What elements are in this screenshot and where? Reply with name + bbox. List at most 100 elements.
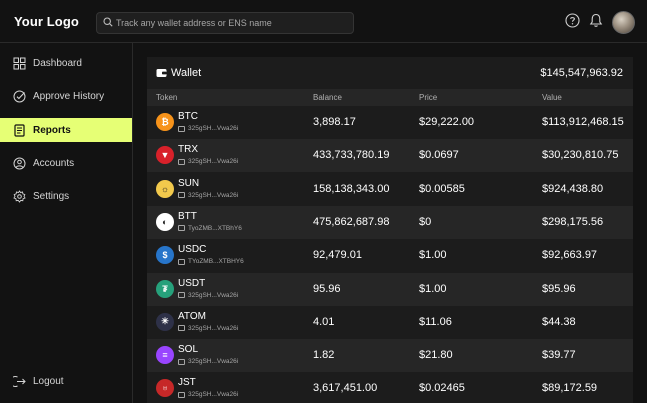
- top-bar: Your Logo: [0, 0, 647, 43]
- btc-coin-icon: ₿: [156, 113, 174, 131]
- wallet-icon: [178, 225, 185, 232]
- sidebar-item-reports[interactable]: Reports: [0, 118, 132, 142]
- token-balance: 1.82: [313, 349, 335, 362]
- wallet-header: Wallet $145,547,963.92: [147, 57, 633, 89]
- column-header-balance: Balance: [313, 93, 342, 102]
- wallet-icon: [178, 158, 185, 165]
- token-address: TYoZMB...XTBHY6: [178, 258, 244, 265]
- sidebar-item-label: Accounts: [33, 157, 75, 169]
- token-price: $29,222.00: [419, 116, 475, 128]
- sol-coin-icon: ≡: [156, 346, 174, 365]
- sidebar-item-settings[interactable]: Settings: [0, 184, 132, 208]
- token-symbol: JST: [178, 377, 196, 389]
- table-row[interactable]: ▼ TRX 325gSH...Vwa26i 433,733,780.19 $0.0697…: [147, 139, 633, 173]
- wallet-icon: [178, 325, 185, 332]
- token-address: 325gSH...Vwa26i: [178, 358, 238, 365]
- token-symbol: ATOM: [178, 310, 206, 322]
- token-value: $298,175.56: [542, 215, 604, 228]
- search-input[interactable]: [116, 13, 346, 33]
- token-price: $1.00: [419, 282, 447, 295]
- token-address: 325gSH...Vwa26i: [178, 325, 238, 332]
- user-icon: [13, 157, 26, 169]
- token-address: 325gSH...Vwa26i: [178, 292, 238, 299]
- table-row[interactable]: $ USDC TYoZMB...XTBHY6 92,479.01 $1.00 $92,66…: [147, 239, 633, 272]
- gear-icon: [13, 189, 26, 203]
- token-symbol: SUN: [178, 177, 200, 189]
- token-balance: 3,898.17: [313, 116, 356, 128]
- search-icon: [103, 17, 113, 27]
- wallet-title-label: Wallet: [171, 67, 202, 79]
- token-address: 325gSH...Vwa26i: [178, 125, 238, 132]
- token-value: $95.96: [542, 282, 576, 295]
- logout-button[interactable]: Logout: [13, 375, 64, 388]
- sidebar-item-label: Dashboard: [33, 57, 82, 69]
- usdc-coin-icon: $: [156, 246, 174, 265]
- wallet-icon: [156, 69, 167, 77]
- token-balance: 433,733,780.19: [313, 149, 390, 162]
- token-address: 325gSH...Vwa26i: [178, 391, 238, 398]
- wallet-icon: [178, 192, 185, 199]
- address-text: 325gSH...Vwa26i: [188, 125, 239, 132]
- sidebar-item-accounts[interactable]: Accounts: [0, 151, 132, 175]
- token-value: $113,912,468.15: [542, 116, 624, 128]
- address-text: TyoZMB...XTBhY6: [188, 224, 242, 232]
- token-price: $0.02465: [419, 382, 465, 395]
- wallet-icon: [178, 292, 185, 298]
- sidebar-item-dashboard[interactable]: Dashboard: [0, 51, 132, 75]
- wallet-icon: [178, 125, 185, 132]
- token-value: $924,438.80: [542, 182, 604, 195]
- table-row[interactable]: ◐ BTT TyoZMB...XTBhY6 475,862,687.98 $0 $298,…: [147, 205, 633, 239]
- table-row[interactable]: ₿ BTC 325gSH...Vwa26i 3,898.17 $29,222.00 $11…: [147, 106, 633, 139]
- token-balance: 92,479.01: [313, 249, 362, 262]
- app-logo[interactable]: Your Logo: [14, 14, 79, 29]
- sun-coin-icon: ☼: [156, 179, 174, 198]
- token-address: 325gSH...Vwa26i: [178, 192, 238, 199]
- table-row[interactable]: ☼ SUN 325gSH...Vwa26i 158,138,343.00 $0.0058…: [147, 173, 633, 206]
- trx-coin-icon: ▼: [156, 146, 174, 165]
- sidebar: Dashboard Approve History Reports Accoun…: [0, 43, 133, 403]
- table-row[interactable]: ₮ USDT 325gSH...Vwa26i 95.96 $1.00 $95.96: [147, 272, 633, 306]
- address-text: 325gSH...Vwa26i: [188, 358, 239, 366]
- grid-icon: [13, 57, 26, 69]
- address-text: TYoZMB...XTBHY6: [188, 258, 244, 266]
- token-value: $89,172.59: [542, 382, 598, 395]
- token-value: $39.77: [542, 349, 576, 362]
- token-balance: 475,862,687.98: [313, 215, 390, 228]
- token-value: $30,230,810.75: [542, 149, 619, 162]
- bell-icon[interactable]: [589, 13, 603, 28]
- table-row[interactable]: ≡ SOL 325gSH...Vwa26i 1.82 $21.80 $39.77: [147, 339, 633, 373]
- search-box[interactable]: [96, 12, 354, 34]
- token-balance: 4.01: [313, 315, 335, 328]
- document-icon: [14, 123, 25, 137]
- wallet-icon: [178, 391, 185, 398]
- address-text: 325gSH...Vwa26i: [188, 191, 239, 199]
- token-symbol: BTT: [178, 210, 197, 222]
- wallet-icon: [178, 358, 185, 365]
- sidebar-item-approve-history[interactable]: Approve History: [0, 84, 132, 108]
- token-balance: 158,138,343.00: [313, 182, 390, 195]
- table-row[interactable]: ✳ ATOM 325gSH...Vwa26i 4.01 $11.06 $44.38: [147, 306, 633, 339]
- address-text: 325gSH...Vwa26i: [188, 391, 239, 399]
- wallet-title: Wallet: [156, 67, 201, 79]
- logout-label: Logout: [33, 376, 64, 387]
- usdt-coin-icon: ₮: [156, 279, 174, 298]
- avatar[interactable]: [612, 11, 635, 34]
- token-price: $0.00585: [419, 182, 465, 195]
- token-symbol: USDC: [178, 244, 207, 256]
- sidebar-item-label: Approve History: [33, 90, 105, 102]
- column-header-value: Value: [542, 93, 562, 102]
- wallet-icon: [178, 258, 185, 265]
- wallet-total: $145,547,963.92: [540, 67, 623, 79]
- table-row[interactable]: ♅ JST 325gSH...Vwa26i 3,617,451.00 $0.02465 $…: [147, 372, 633, 403]
- column-header-price: Price: [419, 93, 438, 102]
- token-price: $11.06: [419, 315, 452, 328]
- address-text: 325gSH...Vwa26i: [188, 291, 239, 299]
- help-icon[interactable]: [565, 13, 580, 28]
- wallet-panel: Wallet $145,547,963.92 Token Balance Pri…: [147, 57, 633, 403]
- token-balance: 3,617,451.00: [313, 382, 378, 395]
- logout-icon: [13, 376, 26, 387]
- token-symbol: USDT: [178, 277, 206, 289]
- column-header-token: Token: [156, 93, 178, 102]
- token-address: TyoZMB...XTBhY6: [178, 225, 242, 232]
- address-text: 325gSH...Vwa26i: [188, 158, 239, 166]
